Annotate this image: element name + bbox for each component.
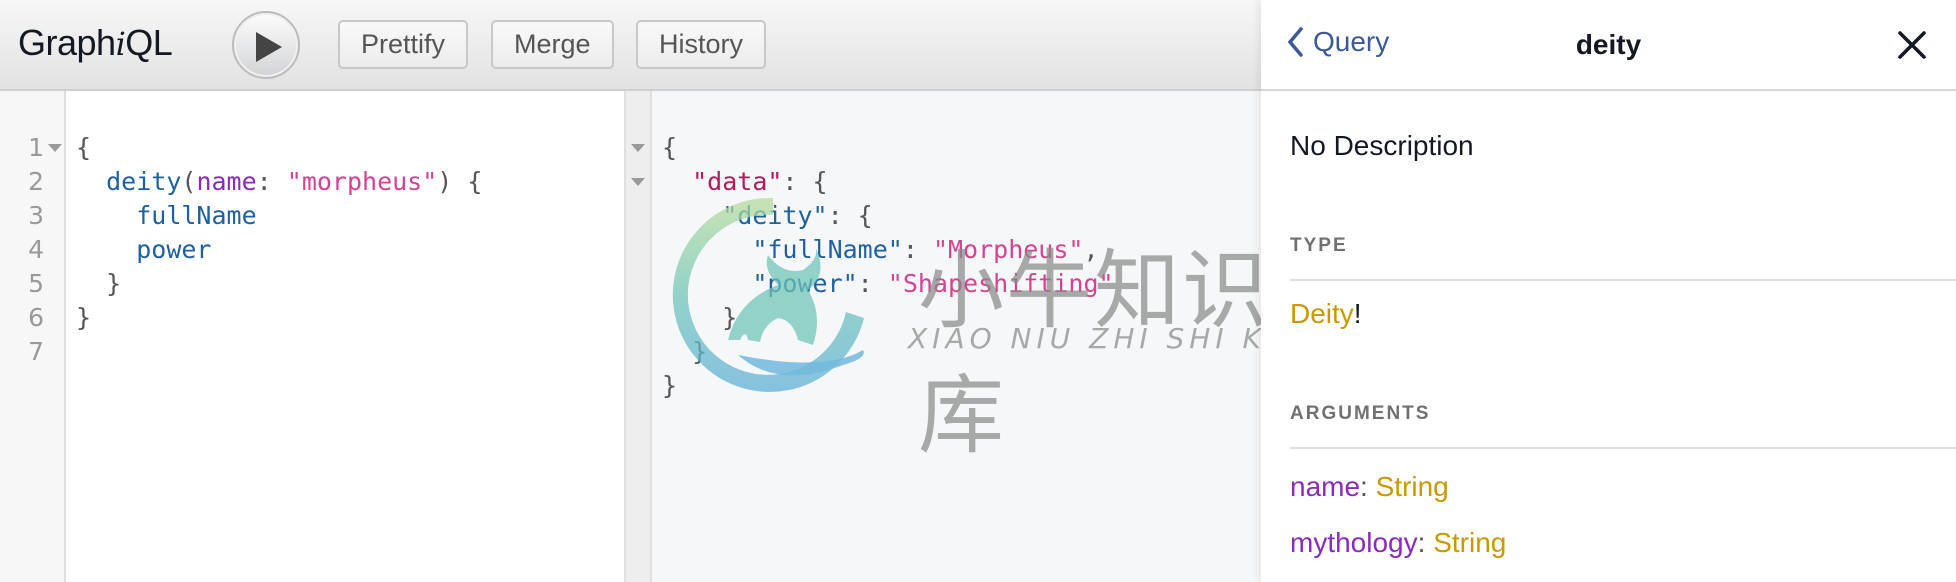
results-fold-gutter bbox=[624, 91, 652, 582]
code-token-arg: name bbox=[196, 167, 257, 196]
code-token-key: "data" bbox=[692, 167, 783, 196]
result-line: { bbox=[662, 131, 677, 165]
doc-explorer: Query deity No Description TYPE Deity! A… bbox=[1261, 0, 1956, 582]
code-token-punc: : { bbox=[782, 167, 828, 196]
code-token-field: "power" bbox=[752, 269, 858, 298]
code-token-punc: : bbox=[902, 235, 933, 264]
code-token-punc bbox=[76, 167, 106, 196]
argument-colon: : bbox=[1417, 527, 1434, 558]
argument-colon: : bbox=[1360, 471, 1376, 502]
arguments-section-title: ARGUMENTS bbox=[1290, 403, 1431, 424]
code-token-punc: { bbox=[76, 133, 92, 162]
doc-explorer-title: deity bbox=[1575, 29, 1642, 60]
type-section-title: TYPE bbox=[1290, 235, 1348, 256]
fold-arrow-icon[interactable] bbox=[631, 178, 645, 186]
play-icon bbox=[256, 32, 282, 62]
query-line-gutter: 1 2 3 4 5 6 7 bbox=[0, 91, 66, 582]
argument-item: mythology: String bbox=[1290, 527, 1506, 559]
code-token-punc: { bbox=[662, 133, 678, 162]
title-part: Graph bbox=[18, 22, 116, 63]
code-token-field: "fullName" bbox=[752, 235, 903, 264]
close-doc-explorer-button[interactable] bbox=[1895, 28, 1929, 62]
prettify-button[interactable]: Prettify bbox=[338, 20, 469, 69]
field-description: No Description bbox=[1290, 130, 1474, 161]
code-token-punc: : { bbox=[827, 201, 873, 230]
code-token-punc bbox=[662, 235, 752, 264]
code-token-punc: ) { bbox=[437, 167, 483, 196]
code-token-punc: } bbox=[662, 371, 678, 400]
editor-area: GraphiQL Prettify Merge History 1234567 … bbox=[0, 0, 1286, 582]
code-token-punc: , bbox=[1083, 235, 1099, 264]
argument-name[interactable]: name bbox=[1290, 471, 1360, 502]
line-number: 1 bbox=[28, 133, 44, 162]
title-part: QL bbox=[125, 22, 173, 63]
code-token-str: "Morpheus" bbox=[932, 235, 1084, 264]
fold-arrow-icon[interactable] bbox=[48, 144, 62, 152]
code-token-punc: } bbox=[76, 269, 122, 298]
line-number: 4 bbox=[28, 235, 44, 264]
code-token-punc: } bbox=[662, 303, 738, 332]
query-line: } bbox=[76, 267, 121, 301]
code-token-field: "deity" bbox=[722, 201, 828, 230]
toolbar: GraphiQL Prettify Merge History bbox=[0, 0, 1261, 91]
code-token-str: "morpheus" bbox=[286, 167, 438, 196]
code-token-punc: } bbox=[662, 337, 708, 366]
code-token-punc bbox=[76, 235, 136, 264]
close-icon bbox=[1898, 31, 1926, 59]
merge-button[interactable]: Merge bbox=[491, 20, 614, 69]
line-number: 6 bbox=[28, 303, 44, 332]
code-token-punc bbox=[662, 269, 752, 298]
line-number: 7 bbox=[28, 337, 44, 366]
argument-name[interactable]: mythology bbox=[1290, 527, 1418, 558]
result-line: "fullName": "Morpheus", bbox=[662, 233, 1099, 267]
result-line: } bbox=[662, 301, 737, 335]
result-line: "data": { bbox=[662, 165, 828, 199]
argument-item: name: String bbox=[1290, 471, 1449, 503]
argument-type-link[interactable]: String bbox=[1376, 471, 1449, 502]
query-editor[interactable]: { deity(name: "morpheus") { fullName pow… bbox=[66, 91, 624, 582]
code-token-punc: } bbox=[76, 303, 92, 332]
line-number: 2 bbox=[28, 167, 44, 196]
code-token-punc: : bbox=[857, 269, 888, 298]
non-null-marker: ! bbox=[1353, 298, 1362, 329]
section-divider bbox=[1290, 447, 1956, 449]
code-token-punc bbox=[76, 201, 136, 230]
code-token-field: power bbox=[136, 235, 212, 264]
doc-explorer-header: Query deity bbox=[1261, 0, 1956, 91]
line-number: 5 bbox=[28, 269, 44, 298]
app-title: GraphiQL bbox=[18, 22, 173, 64]
code-token-str: "Shapeshifting" bbox=[887, 269, 1114, 298]
code-token-field: deity bbox=[106, 167, 182, 196]
code-token-punc: ( bbox=[181, 167, 197, 196]
fold-arrow-icon[interactable] bbox=[631, 144, 645, 152]
query-line: power bbox=[76, 233, 211, 267]
execute-query-button[interactable] bbox=[232, 11, 300, 79]
result-line: } bbox=[662, 369, 677, 403]
query-line: fullName bbox=[76, 199, 257, 233]
results-viewer[interactable]: { "data": { "deity": { "fullName": "Morp… bbox=[652, 91, 1261, 582]
query-line: deity(name: "morpheus") { bbox=[76, 165, 482, 199]
section-divider bbox=[1290, 279, 1956, 281]
result-line: "deity": { bbox=[662, 199, 873, 233]
query-line: { bbox=[76, 131, 91, 165]
result-line: } bbox=[662, 335, 707, 369]
title-italic-i: i bbox=[115, 25, 126, 63]
result-line: "power": "Shapeshifting" bbox=[662, 267, 1114, 301]
code-token-punc: : bbox=[256, 167, 287, 196]
history-button[interactable]: History bbox=[636, 20, 767, 69]
code-token-punc bbox=[662, 167, 692, 196]
line-number: 3 bbox=[28, 201, 44, 230]
type-link[interactable]: Deity bbox=[1290, 298, 1354, 329]
field-type: Deity! bbox=[1290, 298, 1362, 330]
query-line: } bbox=[76, 301, 91, 335]
code-token-field: fullName bbox=[136, 201, 257, 230]
code-token-punc bbox=[662, 201, 722, 230]
argument-type-link[interactable]: String bbox=[1433, 527, 1506, 558]
